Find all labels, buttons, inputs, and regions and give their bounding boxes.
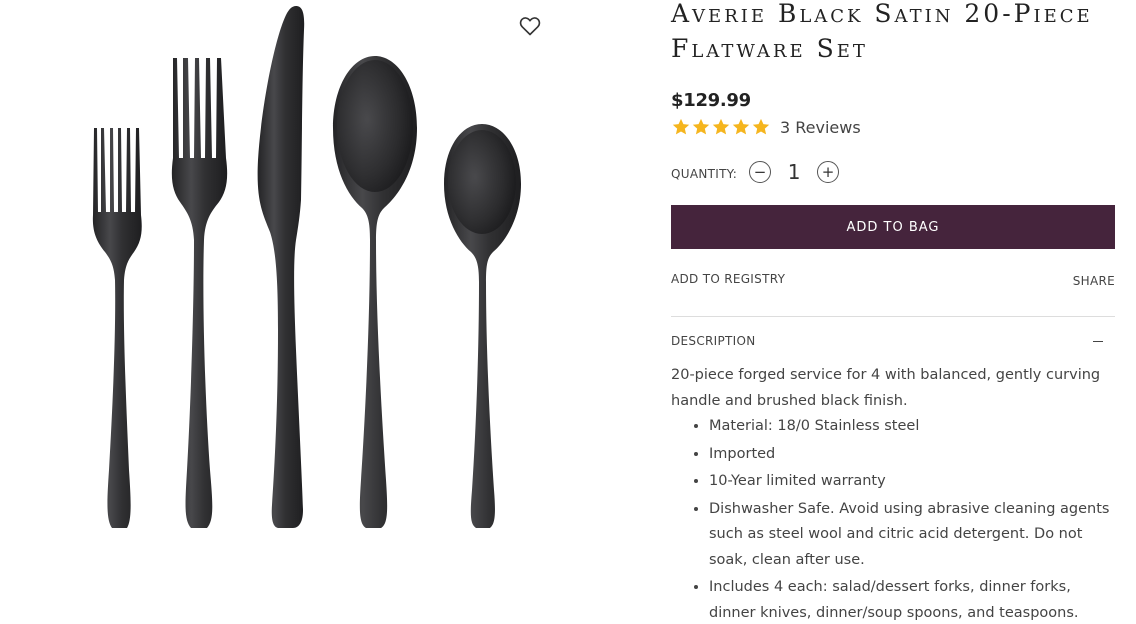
soup-spoon-image	[333, 56, 417, 528]
star-rating	[671, 117, 771, 137]
dinner-knife-image	[257, 6, 305, 528]
teaspoon-image	[444, 124, 521, 528]
quantity-decrement-button[interactable]: −	[749, 161, 772, 183]
quantity-stepper: QUANTITY: − 1 +	[671, 160, 840, 184]
feature-item: Material: 18/0 Stainless steel	[709, 414, 1115, 440]
product-image[interactable]	[0, 0, 560, 624]
star-icon	[712, 118, 730, 135]
heart-outline-icon[interactable]	[518, 14, 542, 38]
description-text: 20-piece forged service for 4 with balan…	[671, 367, 1101, 409]
feature-item: Includes 4 each: salad/dessert forks, di…	[709, 575, 1115, 624]
reviews-link[interactable]: 3 Reviews	[780, 118, 861, 137]
minus-icon[interactable]	[1093, 335, 1105, 347]
add-to-registry-link[interactable]: ADD TO REGISTRY	[671, 272, 785, 286]
description-heading: DESCRIPTION	[671, 334, 756, 348]
rating-summary[interactable]: 3 Reviews	[671, 117, 861, 137]
quantity-label: QUANTITY:	[671, 166, 738, 181]
feature-list: Material: 18/0 Stainless steel Imported …	[671, 414, 1115, 624]
section-divider	[671, 316, 1115, 317]
product-page: Averie Black Satin 20-Piece Flatware Set…	[0, 0, 1136, 624]
feature-item: Dishwasher Safe. Avoid using abrasive cl…	[709, 497, 1115, 574]
star-icon	[752, 118, 770, 135]
product-title: Averie Black Satin 20-Piece Flatware Set	[671, 0, 1093, 63]
add-to-bag-button[interactable]: ADD TO BAG	[671, 205, 1115, 249]
salad-fork-image	[92, 128, 142, 528]
star-icon	[672, 118, 690, 135]
star-icon	[732, 118, 750, 135]
flatware-illustration	[92, 6, 521, 528]
quantity-increment-button[interactable]: +	[817, 161, 840, 183]
star-icon	[692, 118, 710, 135]
feature-item: 10-Year limited warranty	[709, 469, 1115, 495]
description-accordion-header[interactable]: DESCRIPTION	[671, 334, 1115, 348]
feature-item: Imported	[709, 442, 1115, 468]
description-content: 20-piece forged service for 4 with balan…	[671, 363, 1115, 624]
share-link[interactable]: SHARE	[1073, 274, 1115, 288]
dinner-fork-image	[171, 58, 228, 528]
quantity-value[interactable]: 1	[771, 160, 817, 184]
product-price: $129.99	[671, 90, 751, 111]
